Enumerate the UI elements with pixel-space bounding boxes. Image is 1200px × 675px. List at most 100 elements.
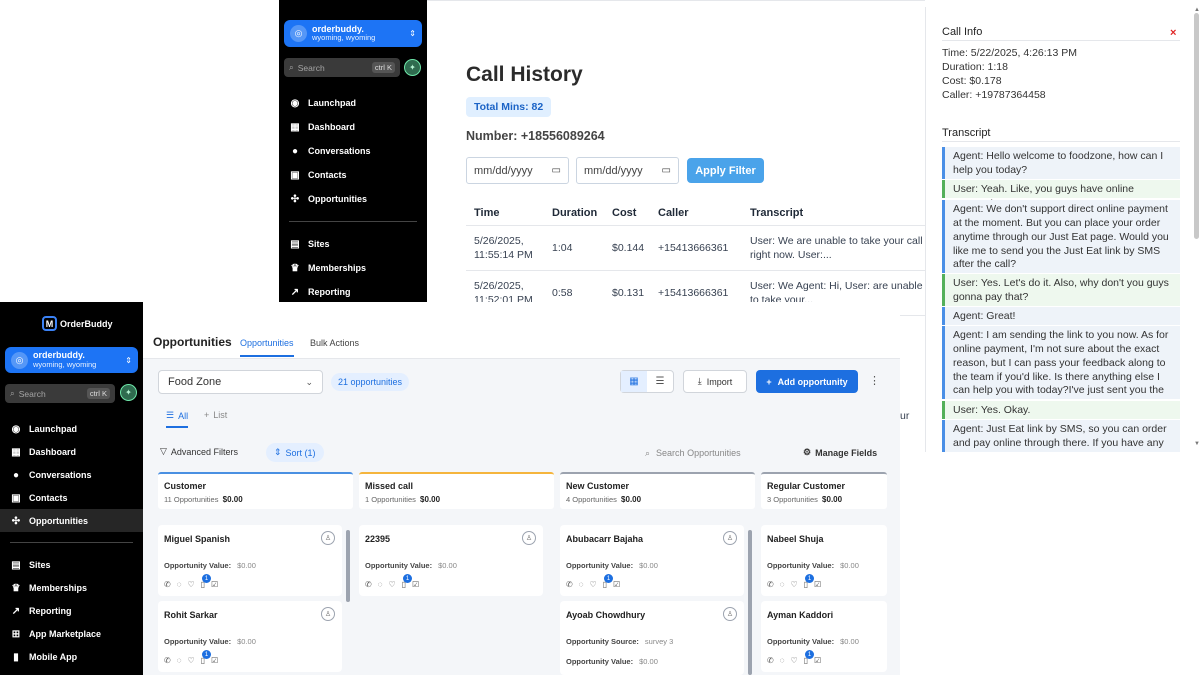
pipeline-select[interactable]: Food Zone ⌄	[158, 370, 323, 394]
chat-icon[interactable]: ◌	[780, 656, 785, 665]
sidebar-item-dashboard[interactable]: ▦ Dashboard	[289, 121, 355, 133]
dashboard-icon: ▦	[11, 446, 21, 458]
column-scrollbar[interactable]	[748, 530, 752, 675]
checkbox-icon[interactable]: ☑	[211, 656, 218, 665]
assign-user-icon[interactable]: ♙	[723, 607, 737, 621]
sidebar-item-launchpad[interactable]: ◉ Launchpad	[289, 97, 356, 109]
sidebar-item-launchpad[interactable]: ◉ Launchpad	[10, 423, 77, 435]
quick-action-icon[interactable]: ✦	[404, 59, 421, 76]
opportunity-card[interactable]: Rohit Sarkar ♙ Opportunity Value: $0.00 ✆…	[158, 601, 342, 672]
tag-icon[interactable]: ♡	[589, 580, 596, 589]
sidebar-item-conversations[interactable]: ● Conversations	[10, 469, 92, 481]
calendar-icon[interactable]: ▭	[662, 165, 671, 176]
column-scrollbar[interactable]	[346, 530, 350, 602]
sidebar-item-sites[interactable]: ▤ Sites	[10, 559, 50, 571]
opportunity-card[interactable]: Miguel Spanish ♙ Opportunity Value: $0.00…	[158, 525, 342, 596]
sidebar-search[interactable]: ⌕ Search ctrl K	[5, 384, 115, 403]
column-meta: 1 Opportunities $0.00	[365, 495, 548, 504]
tab-bulk-actions[interactable]: Bulk Actions	[310, 338, 359, 348]
opportunity-card[interactable]: Ayman Kaddori Opportunity Value: $0.00 ✆ ◌…	[761, 601, 887, 672]
location-switcher[interactable]: ◎ orderbuddy. wyoming, wyoming ⇕	[5, 347, 138, 373]
phone-icon[interactable]: ✆	[164, 656, 171, 665]
location-switcher[interactable]: ◎ orderbuddy. wyoming, wyoming ⇕	[284, 20, 422, 47]
checkbox-icon[interactable]: ☑	[211, 580, 218, 589]
sidebar-item-opportunities[interactable]: ✣ Opportunities	[10, 515, 88, 527]
checkbox-icon[interactable]: ☑	[814, 580, 821, 589]
chat-icon[interactable]: ◌	[177, 580, 182, 589]
view-all-tab[interactable]: ☰ All	[166, 410, 189, 428]
chat-icon[interactable]: ◌	[579, 580, 584, 589]
value-label: Opportunity Value:	[566, 657, 634, 666]
sidebar-item-reporting[interactable]: ↗ Reporting	[289, 286, 351, 298]
sidebar-item-reporting[interactable]: ↗ Reporting	[10, 605, 72, 617]
phone-icon[interactable]: ✆	[767, 580, 774, 589]
sidebar-item-dashboard[interactable]: ▦ Dashboard	[10, 446, 76, 458]
sidebar-item-contacts[interactable]: ▣ Contacts	[289, 169, 346, 181]
tag-icon[interactable]: ♡	[187, 580, 194, 589]
page-title: Opportunities	[153, 335, 232, 349]
chat-icon[interactable]: ◌	[378, 580, 383, 589]
list-icon: ☰	[166, 410, 175, 420]
phone-icon[interactable]: ✆	[365, 580, 372, 589]
sidebar-item-opportunities[interactable]: ✣ Opportunities	[289, 193, 367, 205]
sidebar-item-sites[interactable]: ▤ Sites	[289, 238, 329, 250]
add-list-tab[interactable]: + List	[204, 410, 227, 420]
opportunity-card[interactable]: 22395 ♙ Opportunity Value: $0.00 ✆ ◌ ♡ 1 ▯ ☑	[359, 525, 543, 596]
sidebar-item-memberships[interactable]: ♛ Memberships	[289, 262, 367, 274]
checkbox-icon[interactable]: ☑	[412, 580, 419, 589]
phone-icon[interactable]: ✆	[566, 580, 573, 589]
start-date-input[interactable]: mm/dd/yyyy ▭	[466, 157, 569, 184]
notification-badge: 1	[202, 650, 211, 659]
quick-action-icon[interactable]: ✦	[120, 384, 137, 401]
opportunity-card[interactable]: Ayoab Chowdhury ♙ Opportunity Source: sur…	[560, 601, 744, 675]
end-date-input[interactable]: mm/dd/yyyy ▭	[576, 157, 679, 184]
list-view-icon[interactable]: ☰	[647, 371, 673, 392]
manage-fields-button[interactable]: ⚙ Manage Fields	[803, 447, 877, 458]
scrollbar[interactable]	[1194, 13, 1199, 239]
more-options-icon[interactable]: ⋮	[869, 374, 880, 387]
column-amount: $0.00	[420, 495, 441, 504]
sort-button[interactable]: ⇕ Sort (1)	[266, 443, 324, 462]
advanced-filters-button[interactable]: ▽ Advanced Filters	[160, 446, 238, 457]
apply-filter-button[interactable]: Apply Filter	[687, 158, 764, 183]
transcript-title: Transcript	[942, 127, 991, 139]
import-button[interactable]: ⤓ Import	[683, 370, 747, 393]
checkbox-icon[interactable]: ☑	[613, 580, 620, 589]
tag-icon[interactable]: ♡	[790, 656, 797, 665]
sidebar-item-mobile-app[interactable]: ▮ Mobile App	[10, 651, 77, 663]
sidebar-item-label: Contacts	[29, 493, 68, 503]
phone-icon[interactable]: ✆	[767, 656, 774, 665]
calendar-icon[interactable]: ▭	[552, 165, 561, 176]
sidebar-item-label: Memberships	[29, 583, 88, 593]
chat-icon[interactable]: ◌	[177, 656, 182, 665]
chat-icon[interactable]: ◌	[780, 580, 785, 589]
assign-user-icon[interactable]: ♙	[522, 531, 536, 545]
add-opportunity-button[interactable]: + Add opportunity	[756, 370, 858, 393]
column-amount: $0.00	[822, 495, 843, 504]
transcript-message: Agent: We don't support direct online pa…	[942, 200, 1180, 273]
assign-user-icon[interactable]: ♙	[321, 531, 335, 545]
assign-user-icon[interactable]: ♙	[321, 607, 335, 621]
table-row[interactable]: 5/26/2025, 11:55:14 PM 1:04 $0.144 +1541…	[466, 226, 925, 271]
tag-icon[interactable]: ♡	[388, 580, 395, 589]
opportunity-card[interactable]: Abubacarr Bajaha ♙ Opportunity Value: $0.…	[560, 525, 744, 596]
sidebar-item-memberships[interactable]: ♛ Memberships	[10, 582, 88, 594]
opportunity-card[interactable]: Nabeel Shuja Opportunity Value: $0.00 ✆ ◌ ♡…	[761, 525, 887, 596]
sidebar-item-app-marketplace[interactable]: ⊞ App Marketplace	[10, 628, 101, 640]
search-opportunities-input[interactable]: ⌕ Search Opportunities	[639, 443, 792, 463]
sidebar-search[interactable]: ⌕ Search ctrl K	[284, 58, 400, 77]
checkbox-icon[interactable]: ☑	[814, 656, 821, 665]
assign-user-icon[interactable]: ♙	[723, 531, 737, 545]
close-icon[interactable]: ×	[1170, 27, 1176, 39]
phone-icon[interactable]: ✆	[164, 580, 171, 589]
card-name: 22395	[365, 534, 391, 544]
sidebar-item-contacts[interactable]: ▣ Contacts	[10, 492, 68, 504]
tag-icon[interactable]: ♡	[790, 580, 797, 589]
grid-view-icon[interactable]: ▦	[621, 371, 647, 392]
sidebar-item-conversations[interactable]: ● Conversations	[289, 145, 371, 157]
scroll-down-icon[interactable]: ▼	[1194, 441, 1200, 447]
tag-icon[interactable]: ♡	[187, 656, 194, 665]
tab-opportunities[interactable]: Opportunities	[240, 338, 294, 357]
transcript-message: Agent: Hello welcome to foodzone, how ca…	[942, 147, 1180, 179]
search-placeholder: Search	[297, 62, 325, 73]
